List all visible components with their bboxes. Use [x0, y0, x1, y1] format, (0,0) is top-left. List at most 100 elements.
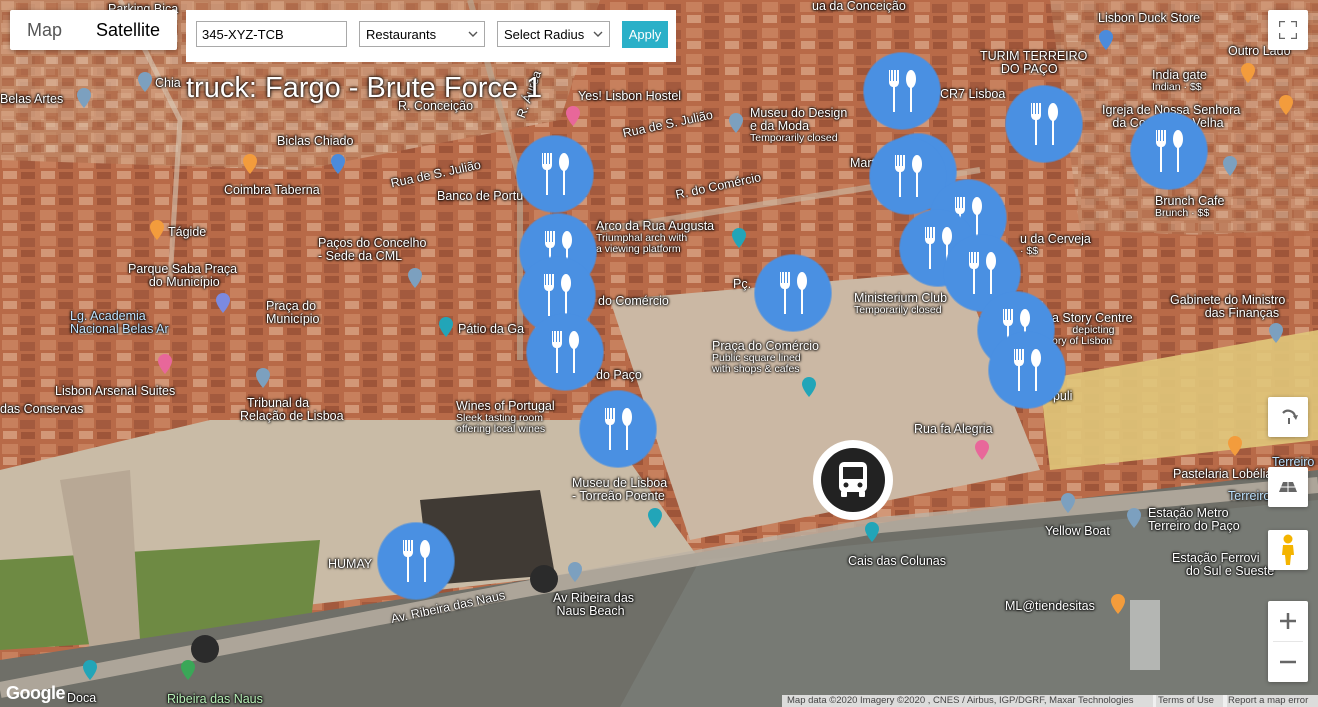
category-select[interactable]: Restaurants: [359, 21, 485, 47]
hotel-pin-icon[interactable]: [157, 354, 173, 374]
radius-select-value: Select Radius: [504, 26, 585, 42]
category-select-value: Restaurants: [366, 26, 437, 42]
map-type-control: Map Satellite: [10, 10, 178, 50]
route-point[interactable]: [191, 635, 219, 663]
shop-pin-icon[interactable]: [330, 154, 346, 174]
hotel-pin-icon[interactable]: [974, 440, 990, 460]
place-label: Cais das Colunas: [848, 554, 946, 568]
place-label: a Story Centre depicting ory of Lisbon: [1052, 311, 1133, 347]
place-label: Yellow Boat: [1045, 524, 1110, 538]
restaurant-marker[interactable]: [989, 332, 1065, 408]
google-logo: Google: [6, 683, 66, 703]
place-label: Terreiro: [1228, 489, 1271, 503]
map-type-satellite-button[interactable]: Satellite: [79, 10, 177, 50]
street-label: do Comércio: [598, 294, 669, 308]
apply-button[interactable]: Apply: [622, 21, 668, 48]
fork-spoon-icon: [552, 331, 579, 373]
truck-marker[interactable]: [813, 440, 893, 520]
zoom-out-button[interactable]: [1268, 642, 1308, 682]
place-label: Lg. Academia Nacional Belas Ar: [70, 309, 169, 336]
place-label: Museu de Lisboa - Torreão Poente: [572, 476, 668, 503]
truck-title: truck: Fargo - Brute Force 1: [186, 72, 543, 104]
tilt-button[interactable]: [1268, 467, 1308, 507]
place-label: Arco da Rua Augusta Triumphal arch with a …: [596, 219, 715, 255]
bar-pin-icon[interactable]: [1240, 63, 1256, 83]
restaurant-marker[interactable]: [1006, 86, 1082, 162]
place-label: Banco de Portu: [437, 189, 524, 203]
place-label: Tribunal da Relação de Lisboa: [240, 396, 344, 423]
place-label: Chia: [155, 76, 181, 90]
rotate-button[interactable]: [1268, 397, 1308, 437]
place-label: Estação Metro Terreiro do Paço: [1148, 506, 1240, 533]
camera-pin-icon[interactable]: [82, 660, 98, 680]
landmark-pin-icon[interactable]: [801, 377, 817, 397]
landmark-pin-icon[interactable]: [407, 268, 423, 288]
pegman-icon: [1282, 534, 1294, 565]
hotel-pin-icon[interactable]: [565, 106, 581, 126]
plus-icon: [1280, 613, 1296, 629]
place-label: Ribeira das Naus: [167, 692, 263, 706]
landmark-pin-icon[interactable]: [864, 522, 880, 542]
restaurant-marker[interactable]: [527, 314, 603, 390]
place-label: Estação Ferrovi do Sul e Sueste: [1172, 551, 1275, 578]
place-pin-icon[interactable]: [1126, 508, 1142, 528]
restaurant-marker[interactable]: [378, 523, 454, 599]
shop-pin-icon[interactable]: [1110, 594, 1126, 614]
fork-spoon-icon: [1031, 103, 1058, 145]
restaurant-pin-icon[interactable]: [1278, 95, 1294, 115]
beach-pin-icon[interactable]: [567, 562, 583, 582]
route-point[interactable]: [530, 565, 558, 593]
park-pin-icon[interactable]: [180, 660, 196, 680]
place-label: Praça do Comércio Public square lined with…: [712, 339, 819, 375]
place-label: Wines of Portugal Sleek tasting room offer…: [456, 399, 555, 435]
chevron-down-icon: [468, 31, 478, 37]
place-label: Museu do Design e da Moda Temporarily clos…: [750, 106, 848, 144]
landmark-pin-icon[interactable]: [731, 228, 747, 248]
place-pin-icon[interactable]: [137, 72, 153, 92]
restaurant-marker[interactable]: [517, 136, 593, 212]
landmark-pin-icon[interactable]: [255, 368, 271, 388]
restaurant-pin-icon[interactable]: [149, 220, 165, 240]
restaurant-pin-icon[interactable]: [242, 154, 258, 174]
place-label: Lisbon Duck Store: [1098, 11, 1201, 25]
landmark-pin-icon[interactable]: [438, 317, 454, 337]
street-label: Pç.: [733, 277, 752, 291]
restaurant-marker[interactable]: [864, 53, 940, 129]
landmark-pin-icon[interactable]: [647, 508, 663, 528]
fullscreen-button[interactable]: [1268, 10, 1308, 50]
map-data-attribution: Map data ©2020 Imagery ©2020 , CNES / Ai…: [782, 695, 1156, 707]
shop-pin-icon[interactable]: [1098, 30, 1114, 50]
zoom-in-button[interactable]: [1268, 601, 1308, 641]
place-label: Belas Artes: [0, 92, 64, 106]
place-pin-icon[interactable]: [76, 88, 92, 108]
cafe-pin-icon[interactable]: [1227, 436, 1243, 456]
restaurant-marker[interactable]: [1131, 113, 1207, 189]
fork-spoon-icon: [542, 153, 569, 195]
landmark-pin-icon[interactable]: [1268, 323, 1284, 343]
chevron-down-icon: [593, 31, 603, 37]
restaurant-marker[interactable]: [755, 255, 831, 331]
place-label: Av Ribeira das Naus Beach: [553, 591, 635, 618]
satellite-map[interactable]: Parking Bica Chia Belas Artes R. Conceiç…: [0, 0, 1318, 707]
church-pin-icon[interactable]: [1222, 156, 1238, 176]
zoom-control: [1268, 601, 1308, 682]
place-label: Yes! Lisbon Hostel: [578, 89, 682, 103]
place-label: Brunch Cafe Brunch · $$: [1155, 194, 1225, 219]
restaurant-marker[interactable]: [580, 391, 656, 467]
landmark-pin-icon[interactable]: [728, 113, 744, 133]
terms-of-use-link[interactable]: Terms of Use: [1153, 695, 1227, 707]
place-label: Pastelaria Lobélia: [1173, 467, 1273, 481]
place-label: Parque Saba Praça do Município: [128, 262, 238, 289]
fork-spoon-icon: [780, 272, 807, 314]
parking-pin-icon[interactable]: [215, 293, 231, 313]
place-label: Coimbra Taberna: [224, 183, 320, 197]
map-type-map-button[interactable]: Map: [10, 10, 79, 50]
radius-select[interactable]: Select Radius: [497, 21, 610, 47]
street-label: Rua fa Alegria: [914, 422, 993, 436]
plate-input[interactable]: [196, 21, 347, 47]
report-error-link[interactable]: Report a map error: [1223, 695, 1318, 707]
fork-spoon-icon: [889, 70, 916, 112]
place-pin-icon[interactable]: [1060, 493, 1076, 513]
street-view-button[interactable]: [1268, 530, 1308, 570]
tilt-icon: [1279, 482, 1297, 492]
